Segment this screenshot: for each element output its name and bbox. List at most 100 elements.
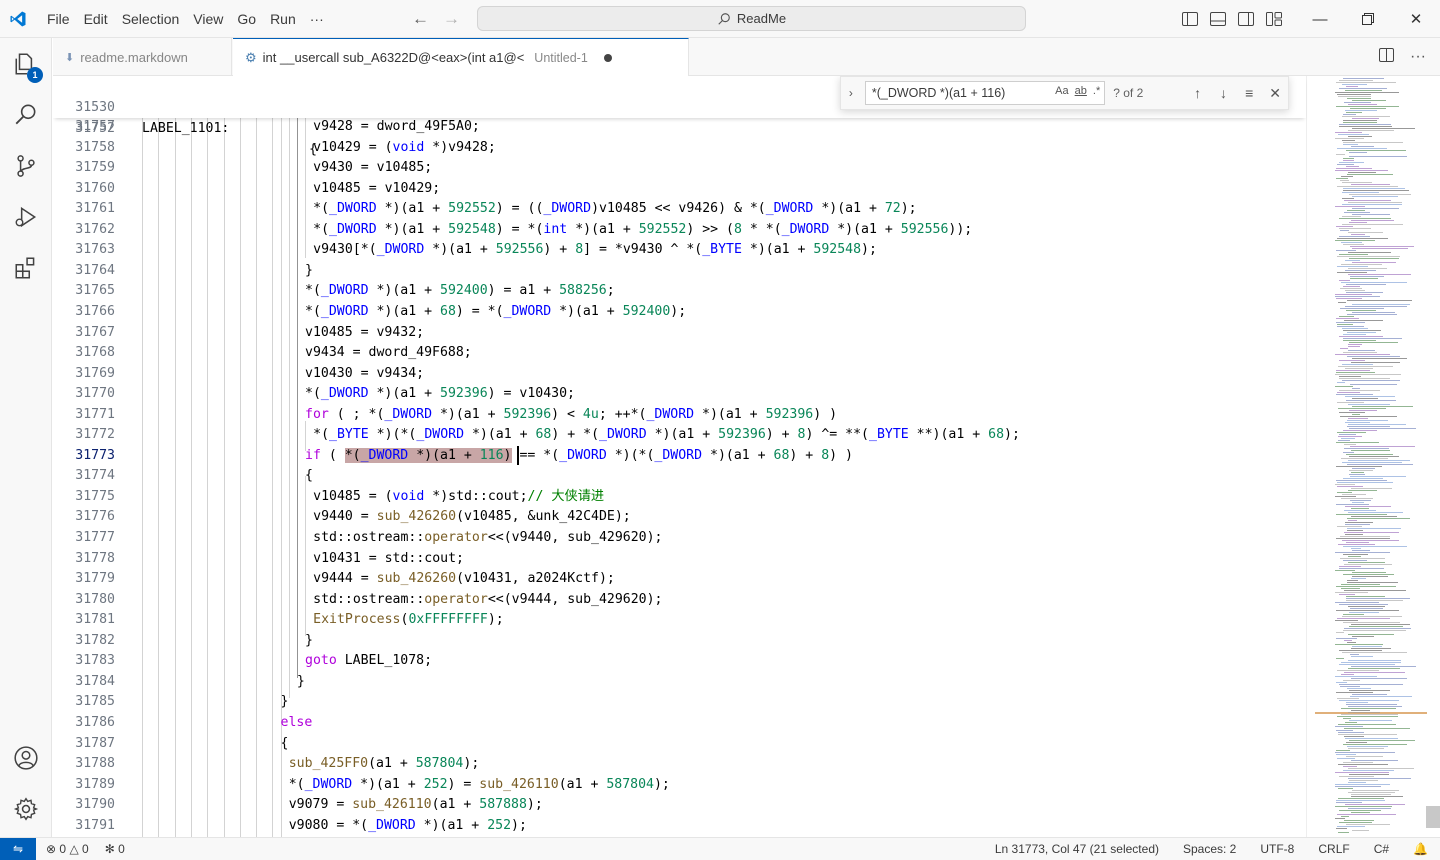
forward-arrow-icon[interactable]: → <box>443 9 460 29</box>
code-line[interactable]: 31778 v10431 = std::cout; <box>53 548 1313 569</box>
unsaved-dot-icon[interactable] <box>603 53 612 62</box>
indentation[interactable]: Spaces: 2 <box>1183 842 1236 856</box>
minimap-line <box>1349 474 1365 475</box>
minimap-line <box>1347 356 1400 357</box>
toggle-replace-chevron-icon[interactable]: › <box>841 86 861 100</box>
language-mode[interactable]: C# <box>1374 842 1389 856</box>
run-debug-icon[interactable] <box>0 193 52 241</box>
search-view-icon[interactable] <box>0 91 52 139</box>
accounts-icon[interactable] <box>0 734 52 782</box>
regex-icon[interactable]: .* <box>1093 85 1100 97</box>
find-in-selection-icon[interactable]: ≡ <box>1236 85 1262 101</box>
more-actions-icon[interactable]: ··· <box>1410 48 1426 66</box>
toggle-panel-icon[interactable] <box>1208 9 1228 29</box>
code-line[interactable]: 31773 if ( *(_DWORD *)(a1 + 116) == *(_DW… <box>53 445 1313 466</box>
menu-more[interactable]: ··· <box>303 0 331 38</box>
code-line[interactable]: 31763 v9430[*(_DWORD *)(a1 + 592556) + 8]… <box>53 239 1313 260</box>
tab-untitled-1[interactable]: ⚙ int __usercall sub_A6322D@<eax>(int a1… <box>233 38 689 76</box>
settings-gear-icon[interactable] <box>0 785 52 833</box>
minimize-icon[interactable]: — <box>1296 0 1344 38</box>
code-line[interactable]: 31786 else <box>53 712 1313 733</box>
previous-match-icon[interactable]: ↑ <box>1185 85 1211 101</box>
code-line[interactable]: 31769 v10430 = v9434; <box>53 363 1313 384</box>
code-line[interactable]: 31776 v9440 = sub_426260(v10485, &unk_42C… <box>53 506 1313 527</box>
code-line[interactable]: 31774 { <box>53 465 1313 486</box>
code-line[interactable]: 31791 v9080 = *(_DWORD *)(a1 + 252); <box>53 815 1313 836</box>
extensions-icon[interactable] <box>0 244 52 292</box>
find-input[interactable]: *(_DWORD *)(a1 + 116) Aa ab .* <box>864 81 1106 105</box>
explorer-icon[interactable]: 1 <box>0 40 52 88</box>
code-line[interactable]: 31765 *(_DWORD *)(a1 + 592400) = a1 + 588… <box>53 280 1313 301</box>
vertical-scrollbar[interactable] <box>1426 76 1440 837</box>
tab-readme[interactable]: ⬇ readme.markdown <box>53 38 232 76</box>
code-line[interactable]: 31779 v9444 = sub_426260(v10431, a2024Kct… <box>53 568 1313 589</box>
minimap-line <box>1339 228 1371 229</box>
code-line[interactable]: 31790 v9079 = sub_426110(a1 + 587888); <box>53 794 1313 815</box>
minimap-line <box>1347 518 1410 519</box>
back-arrow-icon[interactable]: ← <box>412 9 429 29</box>
code-line[interactable]: 31762 *(_DWORD *)(a1 + 592548) = *(int *)… <box>53 219 1313 240</box>
minimap-line <box>1351 146 1374 147</box>
close-window-icon[interactable]: ✕ <box>1392 0 1440 38</box>
line-number: 31788 <box>75 756 115 772</box>
minimap-line <box>1340 416 1397 417</box>
code-line[interactable]: 31783 goto LABEL_1078; <box>53 650 1313 671</box>
code-line[interactable]: 31775 v10485 = (void *)std::cout;// 大侠请进 <box>53 486 1313 507</box>
code-line[interactable]: 31788 sub_425FF0(a1 + 587804); <box>53 753 1313 774</box>
code-line[interactable]: 31781 ExitProcess(0xFFFFFFFF); <box>53 609 1313 630</box>
menu-edit[interactable]: Edit <box>77 0 115 38</box>
end-of-line[interactable]: CRLF <box>1318 842 1349 856</box>
menu-go[interactable]: Go <box>230 0 263 38</box>
minimap-line <box>1335 354 1390 355</box>
notifications-bell-icon[interactable]: 🔔 <box>1413 842 1428 856</box>
minimap-line <box>1335 772 1389 773</box>
match-case-icon[interactable]: Aa <box>1055 85 1068 97</box>
code-line[interactable]: 31777 std::ostream::operator<<(v9440, sub… <box>53 527 1313 548</box>
code-line[interactable]: 31787 { <box>53 733 1313 754</box>
code-line[interactable]: 31767 v10485 = v9432; <box>53 322 1313 343</box>
code-line[interactable]: 31785} <box>53 691 1313 712</box>
menu-run[interactable]: Run <box>263 0 303 38</box>
minimap-line <box>1347 688 1371 689</box>
code-line[interactable]: 31771 for ( ; *(_DWORD *)(a1 + 592396) < … <box>53 404 1313 425</box>
code-line[interactable]: 31784} <box>53 671 1313 692</box>
minimap-line <box>1336 682 1347 683</box>
menu-file[interactable]: File <box>40 0 77 38</box>
code-line[interactable]: 31766 *(_DWORD *)(a1 + 68) = *(_DWORD *)(… <box>53 301 1313 322</box>
toggle-secondary-sidebar-icon[interactable] <box>1236 9 1256 29</box>
command-center-search[interactable]: ReadMe <box>477 6 1026 31</box>
minimap-line <box>1345 270 1376 271</box>
cursor-position[interactable]: Ln 31773, Col 47 (21 selected) <box>995 842 1159 856</box>
code-line[interactable]: 31768 v9434 = dword_49F688; <box>53 342 1313 363</box>
code-line[interactable]: 31761 *(_DWORD *)(a1 + 592552) = ((_DWORD… <box>53 198 1313 219</box>
code-editor[interactable]: 31757 v9428 = dword_49F5A0; 31758 v10429 = … <box>53 76 1440 837</box>
encoding[interactable]: UTF-8 <box>1260 842 1294 856</box>
split-editor-icon[interactable] <box>1379 47 1395 67</box>
code-line[interactable]: 31780 std::ostream::operator<<(v9444, sub… <box>53 589 1313 610</box>
toggle-primary-sidebar-icon[interactable] <box>1180 9 1200 29</box>
scrollbar-thumb[interactable] <box>1426 806 1440 828</box>
line-number: 31775 <box>75 488 115 504</box>
close-find-icon[interactable]: ✕ <box>1262 85 1288 102</box>
code-line[interactable]: 31782} <box>53 630 1313 651</box>
remote-indicator-icon[interactable]: ⇋ <box>0 838 36 860</box>
menu-selection[interactable]: Selection <box>115 0 187 38</box>
menu-view[interactable]: View <box>186 0 230 38</box>
customize-layout-icon[interactable] <box>1264 9 1284 29</box>
whole-word-icon[interactable]: ab <box>1075 85 1087 97</box>
code-line[interactable]: 31759 v9430 = v10485; <box>53 157 1313 178</box>
code-line[interactable]: 31764} <box>53 260 1313 281</box>
code-line[interactable]: 31772 *(_BYTE *)(*(_DWORD *)(a1 + 68) + *… <box>53 424 1313 445</box>
restore-icon[interactable] <box>1344 0 1392 38</box>
next-match-icon[interactable]: ↓ <box>1211 85 1237 101</box>
code-line[interactable]: 31789 *(_DWORD *)(a1 + 252) = sub_426110(… <box>53 774 1313 795</box>
problems-status[interactable]: ⊗ 0 △ 0 <box>46 842 89 856</box>
ports-status[interactable]: ✻ 0 <box>105 842 125 856</box>
code-line[interactable]: 31757 v9428 = dword_49F5A0; <box>53 116 1313 137</box>
minimap-line <box>1348 350 1375 351</box>
code-line[interactable]: 31770 *(_DWORD *)(a1 + 592396) = v10430; <box>53 383 1313 404</box>
code-line[interactable]: 31760 v10485 = v10429; <box>53 178 1313 199</box>
minimap[interactable] <box>1306 76 1427 837</box>
source-control-icon[interactable] <box>0 142 52 190</box>
code-line[interactable]: 31758 v10429 = (void *)v9428; <box>53 137 1313 158</box>
